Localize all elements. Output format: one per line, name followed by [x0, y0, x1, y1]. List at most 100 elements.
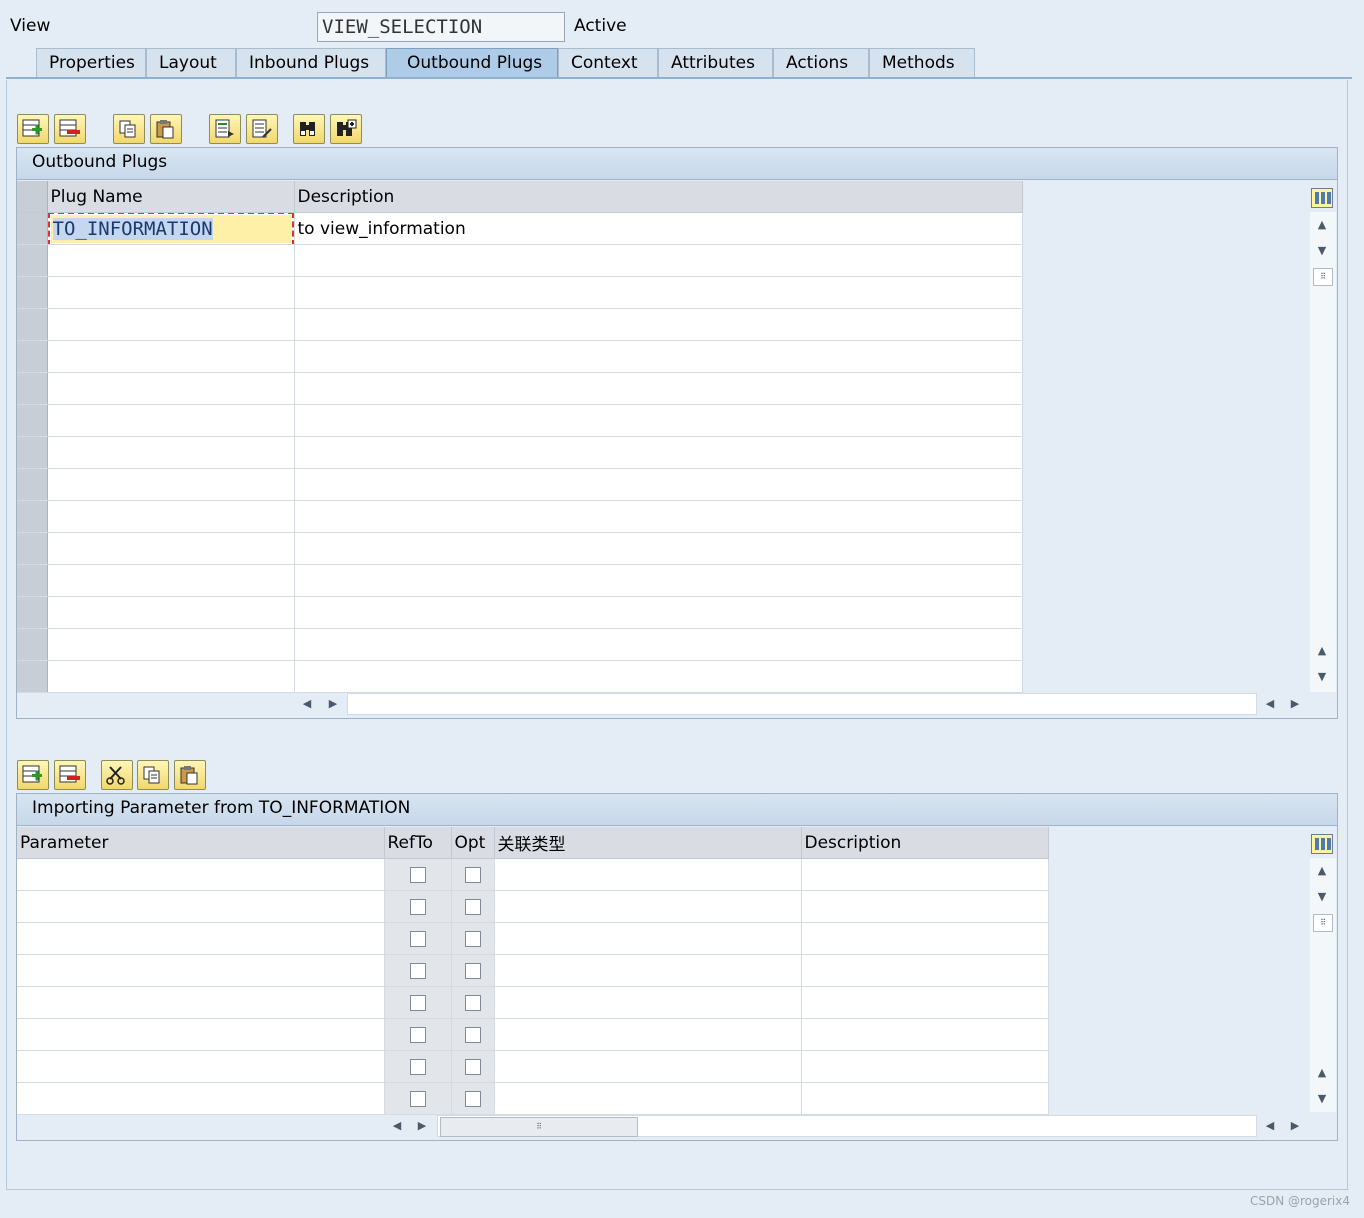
tab-actions[interactable]: Actions: [773, 48, 869, 78]
description-cell[interactable]: [294, 404, 1023, 437]
plug-name-cell[interactable]: [47, 628, 295, 661]
associated-type-cell[interactable]: [494, 986, 802, 1019]
description-cell[interactable]: [294, 596, 1023, 629]
scroll-up-icon[interactable]: ▲: [1310, 216, 1334, 234]
row-selector[interactable]: [17, 244, 48, 277]
description-cell[interactable]: [294, 468, 1023, 501]
associated-type-cell[interactable]: [494, 1050, 802, 1083]
vertical-scrollbar[interactable]: ▲ ▼ ⠿ ▲ ▼: [1310, 858, 1336, 1112]
plug-name-cell[interactable]: [47, 532, 295, 565]
row-selector[interactable]: [17, 340, 48, 373]
associated-type-cell[interactable]: [494, 1082, 802, 1115]
copy-button[interactable]: [137, 760, 169, 790]
vertical-scrollbar[interactable]: ▲ ▼ ⠿ ▲ ▼: [1310, 212, 1336, 692]
description-cell[interactable]: [294, 532, 1023, 565]
scroll-page-up-icon[interactable]: ▲: [1310, 642, 1334, 660]
parameter-cell[interactable]: [17, 858, 385, 891]
plug-name-cell[interactable]: [47, 468, 295, 501]
description-cell[interactable]: [294, 628, 1023, 661]
tab-layout[interactable]: Layout: [146, 48, 236, 78]
row-selector[interactable]: [17, 308, 48, 341]
column-header-plug-name[interactable]: Plug Name: [47, 181, 295, 213]
scroll-left-icon[interactable]: ◀: [388, 1115, 406, 1137]
column-header-description[interactable]: Description: [801, 827, 1049, 859]
column-header-parameter[interactable]: Parameter: [17, 827, 385, 859]
parameter-cell[interactable]: [17, 890, 385, 923]
plug-name-cell[interactable]: [47, 660, 295, 693]
column-header-refto[interactable]: RefTo: [384, 827, 452, 859]
column-settings-button[interactable]: [1311, 834, 1333, 854]
description-cell[interactable]: [294, 564, 1023, 597]
parameter-cell[interactable]: [17, 922, 385, 955]
row-selector[interactable]: [17, 532, 48, 565]
row-selector[interactable]: [17, 404, 48, 437]
scroll-up-icon[interactable]: ▲: [1310, 862, 1334, 880]
associated-type-cell[interactable]: [494, 954, 802, 987]
description-cell[interactable]: to view_information: [294, 212, 1023, 245]
description-cell[interactable]: [294, 660, 1023, 693]
find-next-button[interactable]: [330, 114, 362, 144]
paste-button[interactable]: [174, 760, 206, 790]
plug-name-cell[interactable]: [47, 404, 295, 437]
row-selector[interactable]: [17, 660, 48, 693]
scroll-page-down-icon[interactable]: ▼: [1310, 1090, 1334, 1108]
tab-properties[interactable]: Properties: [36, 48, 146, 78]
column-header-description[interactable]: Description: [294, 181, 1023, 213]
horizontal-scrollbar[interactable]: [347, 693, 1257, 715]
associated-type-cell[interactable]: [494, 890, 802, 923]
description-cell[interactable]: [294, 340, 1023, 373]
view-name-field[interactable]: VIEW_SELECTION: [317, 12, 565, 42]
scroll-right-icon[interactable]: ▶: [413, 1115, 431, 1137]
row-selector[interactable]: [17, 276, 48, 309]
parameter-cell[interactable]: [17, 1018, 385, 1051]
associated-type-cell[interactable]: [494, 1018, 802, 1051]
tab-inbound-plugs[interactable]: Inbound Plugs: [236, 48, 386, 78]
tab-outbound-plugs[interactable]: Outbound Plugs: [386, 48, 558, 78]
plug-name-cell[interactable]: [47, 372, 295, 405]
refto-checkbox[interactable]: [409, 898, 426, 915]
scroll-down-icon[interactable]: ▼: [1310, 888, 1334, 906]
row-selector[interactable]: [17, 596, 48, 629]
scroll-right-icon[interactable]: ▶: [1286, 1115, 1304, 1137]
cut-button[interactable]: [101, 760, 133, 790]
delete-row-button[interactable]: [54, 760, 86, 790]
refto-checkbox[interactable]: [409, 1090, 426, 1107]
plug-name-cell[interactable]: [47, 308, 295, 341]
insert-row-button[interactable]: [17, 760, 49, 790]
description-cell[interactable]: [294, 436, 1023, 469]
description-cell[interactable]: [801, 1050, 1049, 1083]
description-cell[interactable]: [801, 954, 1049, 987]
description-cell[interactable]: [294, 276, 1023, 309]
tab-methods[interactable]: Methods: [869, 48, 975, 78]
plug-name-cell[interactable]: [47, 500, 295, 533]
associated-type-cell[interactable]: [494, 858, 802, 891]
plug-name-cell[interactable]: [47, 436, 295, 469]
scroll-page-down-icon[interactable]: ▼: [1310, 668, 1334, 686]
description-cell[interactable]: [294, 244, 1023, 277]
scroll-right-icon[interactable]: ▶: [324, 693, 342, 715]
description-cell[interactable]: [294, 372, 1023, 405]
details-button[interactable]: [209, 114, 241, 144]
parameter-cell[interactable]: [17, 1082, 385, 1115]
description-cell[interactable]: [801, 1082, 1049, 1115]
scroll-thumb[interactable]: ⠿: [1313, 914, 1333, 932]
scroll-down-icon[interactable]: ▼: [1310, 242, 1334, 260]
plug-name-cell[interactable]: TO_INFORMATION: [47, 212, 295, 245]
paste-button[interactable]: [150, 114, 182, 144]
opt-checkbox[interactable]: [464, 1058, 481, 1075]
plug-name-cell[interactable]: [47, 276, 295, 309]
details-edit-button[interactable]: [246, 114, 278, 144]
refto-checkbox[interactable]: [409, 994, 426, 1011]
plug-name-cell[interactable]: [47, 564, 295, 597]
column-settings-button[interactable]: [1311, 188, 1333, 208]
refto-checkbox[interactable]: [409, 962, 426, 979]
description-cell[interactable]: [801, 986, 1049, 1019]
description-cell[interactable]: [801, 1018, 1049, 1051]
scroll-left-icon[interactable]: ◀: [1261, 693, 1279, 715]
opt-checkbox[interactable]: [464, 962, 481, 979]
horizontal-scrollbar[interactable]: ⠿: [437, 1115, 1257, 1137]
scroll-right-icon[interactable]: ▶: [1286, 693, 1304, 715]
opt-checkbox[interactable]: [464, 930, 481, 947]
opt-checkbox[interactable]: [464, 994, 481, 1011]
select-all-cell[interactable]: [17, 181, 48, 213]
